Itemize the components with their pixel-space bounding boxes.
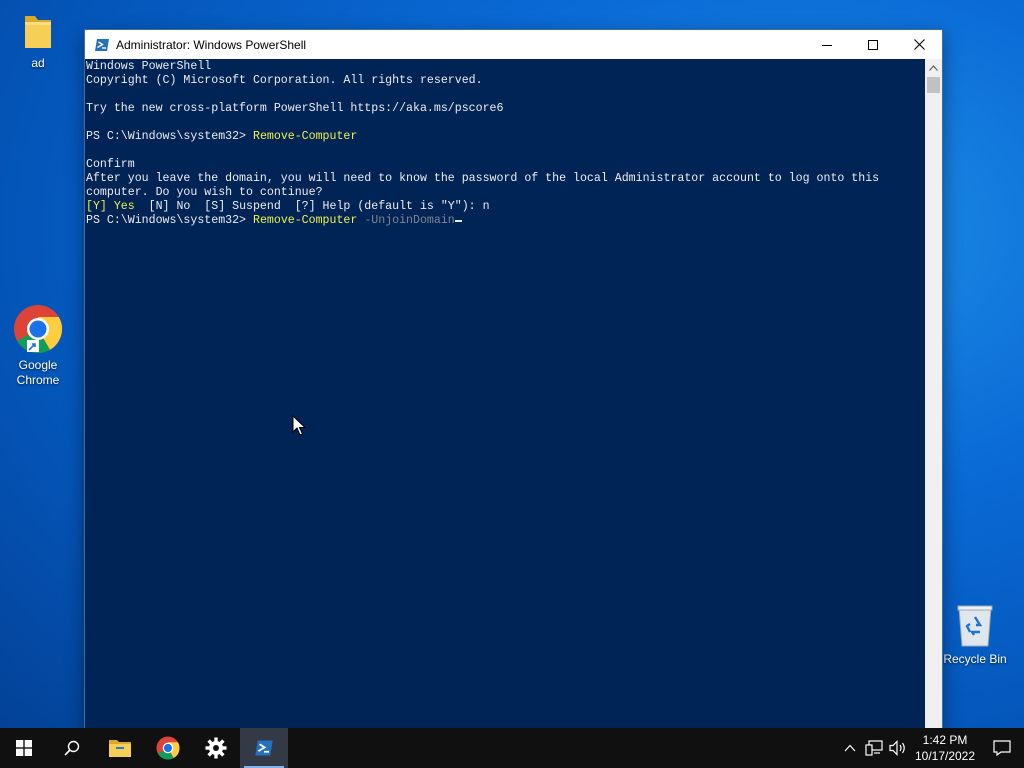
network-button[interactable] [862, 728, 886, 768]
scroll-up-button[interactable] [925, 59, 942, 76]
clock-date: 10/17/2022 [914, 749, 976, 763]
clock-time: 1:42 PM [922, 733, 968, 747]
console-line: computer. Do you wish to continue? [86, 186, 323, 199]
console-choice-default: [Y] Yes [86, 200, 135, 213]
console-command: Remove-Computer [252, 130, 358, 143]
close-icon [913, 39, 925, 50]
window-title: Administrator: Windows PowerShell [116, 37, 307, 52]
start-button[interactable] [0, 728, 48, 768]
taskbar-clock[interactable]: 1:42 PM 10/17/2022 [910, 732, 980, 764]
taskbar-powershell[interactable] [240, 728, 288, 768]
powershell-window[interactable]: Administrator: Windows PowerShell Window… [85, 30, 942, 730]
console-line: Copyright (C) Microsoft Corporation. All… [86, 74, 483, 87]
network-icon [865, 740, 883, 756]
text-cursor [454, 220, 462, 222]
volume-button[interactable] [886, 728, 910, 768]
desktop-icon-label: Recycle Bin [943, 652, 1007, 666]
console-prompt: PS C:\Windows\system32> [86, 214, 253, 227]
taskbar: 1:42 PM 10/17/2022 [0, 728, 1024, 768]
vertical-scrollbar[interactable] [925, 59, 942, 730]
windows-logo-icon [16, 740, 32, 756]
taskbar-settings[interactable] [192, 728, 240, 768]
desktop-icon-ad[interactable]: ad [0, 10, 76, 71]
chrome-icon [14, 305, 63, 354]
powershell-icon [255, 740, 273, 756]
search-icon [64, 740, 80, 756]
powershell-icon [95, 38, 109, 51]
recycle-bin-icon [957, 605, 993, 647]
console-parameter: -UnjoinDomain [357, 214, 455, 227]
console-choice-options: [N] No [S] Suspend [?] Help (default is … [134, 200, 490, 213]
taskbar-chrome[interactable] [144, 728, 192, 768]
console-line: Confirm [86, 158, 135, 171]
maximize-button[interactable] [850, 30, 896, 59]
close-button[interactable] [896, 30, 942, 59]
show-hidden-icons-button[interactable] [838, 728, 862, 768]
console-line: Windows PowerShell [86, 60, 212, 73]
console-prompt: PS C:\Windows\system32> [86, 130, 253, 143]
console-line: Try the new cross-platform PowerShell ht… [86, 102, 504, 115]
minimize-icon [822, 44, 832, 46]
console-line: After you leave the domain, you will nee… [86, 172, 880, 185]
system-tray: 1:42 PM 10/17/2022 [838, 728, 1024, 768]
mouse-pointer-icon [292, 415, 306, 436]
search-button[interactable] [48, 728, 96, 768]
chrome-icon [156, 736, 180, 760]
taskbar-file-explorer[interactable] [96, 728, 144, 768]
title-bar[interactable]: Administrator: Windows PowerShell [85, 30, 942, 59]
desktop-icon-label: Google Chrome [16, 358, 60, 387]
action-center-button[interactable] [980, 728, 1024, 768]
maximize-icon [868, 39, 878, 50]
console-command: Remove-Computer [252, 214, 358, 227]
notification-icon [993, 740, 1011, 756]
gear-icon [205, 737, 227, 759]
file-explorer-icon [109, 740, 131, 757]
folder-icon [25, 16, 51, 48]
console-output[interactable]: Windows PowerShell Copyright (C) Microso… [85, 59, 925, 730]
scrollbar-thumb[interactable] [927, 77, 940, 93]
chevron-up-icon [844, 744, 856, 752]
desktop-icon-google-chrome[interactable]: Google Chrome [0, 304, 76, 388]
minimize-button[interactable] [804, 30, 850, 59]
chevron-up-icon [929, 64, 938, 71]
desktop-icon-recycle-bin[interactable]: Recycle Bin [937, 602, 1013, 667]
desktop-icon-label: ad [31, 56, 45, 70]
speaker-icon [889, 740, 905, 756]
